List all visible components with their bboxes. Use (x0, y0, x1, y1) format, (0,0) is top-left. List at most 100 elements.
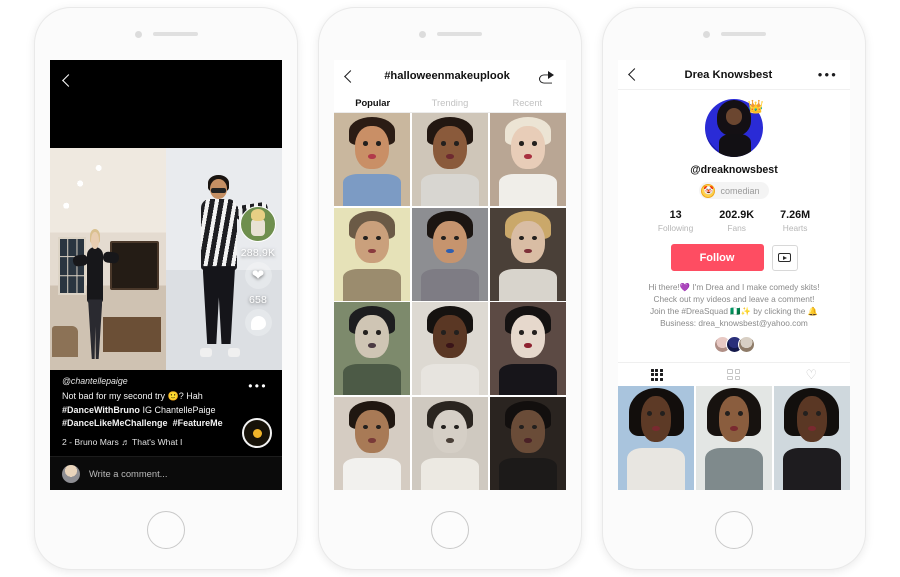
profile-title: Drea Knowsbest (684, 68, 773, 81)
bitten-hand-makeup-man[interactable] (411, 113, 489, 207)
silver-ornate-makeup[interactable] (334, 302, 411, 396)
caption-line-2-rest: IG ChantellePaige (139, 404, 216, 415)
play-box-icon[interactable] (771, 244, 798, 271)
front-camera-icon (418, 30, 426, 38)
horn-prosthetic-makeup[interactable] (334, 207, 411, 301)
share-icon[interactable] (539, 70, 554, 83)
earpiece-speaker (152, 32, 198, 36)
hashtag-dancewithbruno[interactable]: #DanceWithBruno (62, 405, 140, 415)
badge-label: comedian (720, 185, 760, 196)
friend-avatars[interactable] (713, 336, 755, 353)
home-button[interactable] (147, 510, 185, 549)
tab-liked-grid[interactable] (695, 363, 772, 386)
caption-line-2: #DanceWithBruno IG ChantellePaige (62, 404, 270, 418)
room-sofa (52, 325, 78, 357)
friend-avatar-3[interactable] (737, 336, 755, 353)
follow-button[interactable]: Follow (670, 244, 764, 271)
phone-bottom-bezel (603, 490, 865, 569)
profile-actions: Follow (670, 244, 798, 271)
caption-line-1: Not bad for my second try 🙂? Hah (62, 391, 203, 401)
profile-video-grid (618, 386, 850, 490)
creator-avatar[interactable] (240, 206, 276, 242)
profile-handle: @dreaknowsbest (690, 164, 778, 176)
hearts-value: 7.26M (780, 209, 811, 221)
home-button[interactable] (431, 510, 469, 549)
clown-makeup-woman[interactable] (334, 113, 411, 207)
dancer-left (72, 228, 120, 360)
grid-3x3-icon (650, 368, 663, 381)
hashtag-topbar: #halloweenmakeuplook (334, 60, 566, 92)
comment-placeholder[interactable]: Write a comment... (89, 468, 168, 479)
tab-hearts[interactable]: ♡ (773, 363, 850, 386)
profile-bio: Hi there!💜 I'm Drea and I make comedy sk… (637, 281, 832, 329)
comment-input-bar[interactable]: Write a comment... (50, 456, 282, 490)
video-caption-block: ••• @chantellepaige Not bad for my secon… (50, 370, 282, 456)
pale-goth-lipstick[interactable] (489, 302, 566, 396)
front-camera-icon (134, 30, 142, 38)
tab-recent[interactable]: Recent (489, 92, 566, 112)
screenshot-stage: 288.9K ❤ 658 ••• @chantellepaige Not bad… (0, 0, 900, 577)
skull-print-hoodie[interactable] (411, 396, 489, 490)
engagement-rail: 288.9K ❤ 658 (240, 206, 276, 336)
tab-videos-grid[interactable] (618, 363, 695, 386)
music-disc-icon[interactable] (242, 418, 272, 448)
phone1-topbar (50, 60, 282, 148)
stat-following[interactable]: 13 Following (658, 209, 693, 233)
phone1-screen: 288.9K ❤ 658 ••• @chantellepaige Not bad… (50, 60, 282, 490)
phone-top-bezel (603, 8, 865, 60)
heart-icon[interactable]: ❤ (244, 262, 272, 289)
hashtag-dancelikemechallenge[interactable]: #DanceLikeMeChallenge (62, 418, 168, 428)
green-hair-clown-woman[interactable] (489, 113, 566, 207)
ghost-costume-scream[interactable] (411, 302, 489, 396)
tab-popular[interactable]: Popular (334, 92, 411, 112)
phone-mockup-duet: 288.9K ❤ 658 ••• @chantellepaige Not bad… (35, 8, 297, 569)
room-tv (110, 241, 160, 291)
phone-bottom-bezel (319, 490, 581, 569)
video-indoor-curly[interactable] (773, 386, 850, 490)
duet-video-player[interactable]: 288.9K ❤ 658 (50, 148, 282, 370)
home-button[interactable] (715, 510, 753, 549)
like-count: 288.9K (240, 247, 276, 259)
white-circle-eye-makeup[interactable] (334, 396, 411, 490)
dancer-right (196, 174, 270, 357)
front-camera-icon (702, 30, 710, 38)
video-glasses-closeup[interactable] (695, 386, 773, 490)
stat-hearts[interactable]: 7.26M Hearts (780, 209, 810, 233)
stat-fans[interactable]: 202.9K Fans (719, 209, 754, 233)
status-badge[interactable]: 🤡 comedian (699, 182, 769, 199)
back-icon[interactable] (62, 74, 75, 87)
bio-line-2: Check out my videos and leave a comment! (653, 294, 815, 304)
ghost-bride-makeup[interactable] (489, 207, 566, 301)
caption-line-3: #DanceLikeMeChallenge #FeatureMe (62, 417, 270, 431)
hashtag-tabs: Popular Trending Recent (334, 92, 566, 113)
comment-count: 658 (248, 294, 268, 306)
phone-bottom-bezel (35, 490, 297, 569)
music-label[interactable]: 2 - Bruno Mars ♬ That's What I (62, 437, 270, 447)
fans-label: Fans (727, 223, 746, 233)
heart-outline-icon: ♡ (805, 367, 818, 382)
earpiece-speaker (436, 32, 482, 36)
hearts-label: Hearts (782, 223, 808, 233)
video-author-handle[interactable]: @chantellepaige (62, 376, 270, 386)
speech-bubble-icon[interactable] (244, 309, 272, 336)
profile-header: 👑 @dreaknowsbest 🤡 comedian 13 Following (618, 90, 850, 353)
duet-left-pane[interactable] (50, 148, 166, 370)
following-label: Following (657, 223, 694, 233)
grid-2x2-icon (727, 369, 741, 380)
profile-stats: 13 Following 202.9K Fans 7.26M Hearts (658, 209, 810, 233)
crown-icon: 👑 (747, 99, 764, 114)
video-outdoor-selfie[interactable] (618, 386, 695, 490)
earpiece-speaker (720, 32, 766, 36)
hashtag-featureme[interactable]: #FeatureMe (173, 418, 223, 428)
hashtag-video-grid (334, 113, 566, 490)
avatar-wrapper: 👑 (705, 99, 764, 157)
dark-room-makeup[interactable] (489, 396, 566, 490)
profile-topbar: Drea Knowsbest ••• (618, 60, 850, 90)
blue-half-face-monster[interactable] (411, 207, 489, 301)
tab-trending[interactable]: Trending (411, 92, 488, 112)
profile-tabs: ♡ (618, 362, 850, 386)
phone-top-bezel (319, 8, 581, 60)
phone-top-bezel (35, 8, 297, 60)
fans-value: 202.9K (719, 209, 755, 221)
phone-mockup-hashtag: #halloweenmakeuplook Popular Trending Re… (319, 8, 581, 569)
